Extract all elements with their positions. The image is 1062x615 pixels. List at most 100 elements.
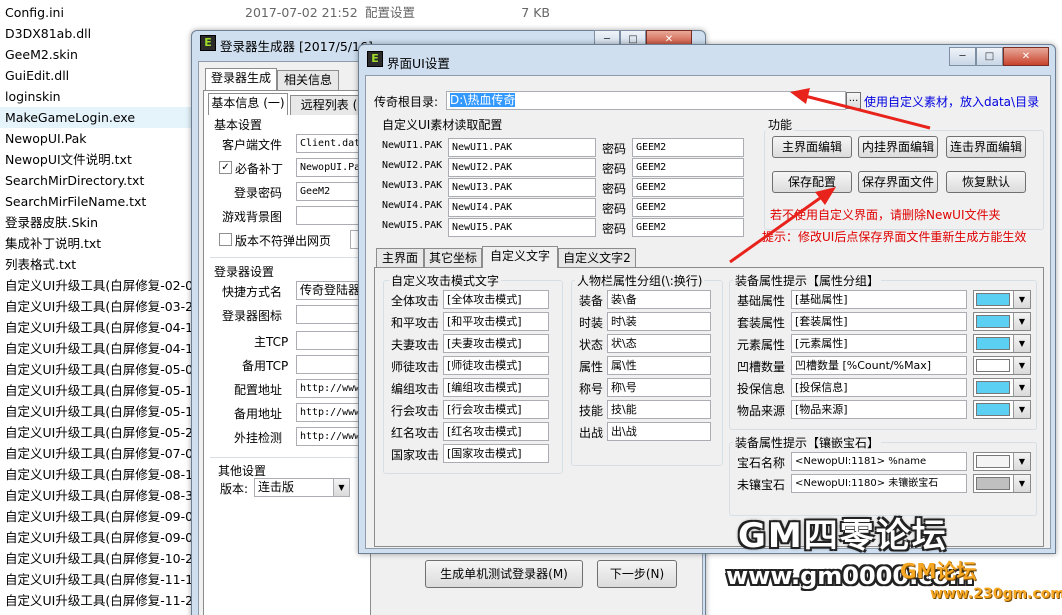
gem-group-title: 装备属性提示【镶嵌宝石】 xyxy=(733,434,882,451)
delete-newui-warning: 若不使用自定义界面，请删除NewUI文件夹 xyxy=(770,208,1001,222)
attack-text-input[interactable]: [编组攻击模式] xyxy=(443,378,549,397)
char-attr-label: 称号 xyxy=(579,382,604,396)
popup-checkbox[interactable] xyxy=(219,233,232,246)
custom-text-panel: 自定义攻击模式文字 全体攻击 [全体攻击模式] 和平攻击 [和平攻击模式] 夫妻攻击 [夫… xyxy=(374,267,1044,547)
main-ui-edit-button[interactable]: 主界面编辑 xyxy=(772,136,852,158)
char-attr-input[interactable]: 状\态 xyxy=(607,334,711,353)
file-name: 自定义UI升级工具(白屏修复-04-15 xyxy=(5,320,202,335)
tab-custom-text[interactable]: 自定义文字 xyxy=(482,246,558,268)
color-swatch xyxy=(976,315,1010,328)
color-swatch xyxy=(976,403,1010,416)
file-name: 自定义UI升级工具(白屏修复-05-10 xyxy=(5,383,202,398)
color-picker[interactable]: ▼ xyxy=(973,474,1031,493)
browse-button[interactable]: ... xyxy=(846,92,861,109)
equip-attr-input[interactable]: [元素属性] xyxy=(791,334,967,353)
attack-text-input[interactable]: [和平攻击模式] xyxy=(443,312,549,331)
gem-text-input[interactable]: <NewopUI:1181> %name xyxy=(791,452,967,471)
gem-text-input[interactable]: <NewopUI:1180> 未镶嵌宝石 xyxy=(791,474,967,493)
password-label: 登录密码 xyxy=(234,186,283,200)
close-icon[interactable]: ✕ xyxy=(1003,47,1049,66)
caption-buttons: ─ □ ✕ xyxy=(949,47,1049,66)
pak-password-input[interactable]: GEEM2 xyxy=(632,198,744,217)
equip-attr-input[interactable]: [投保信息] xyxy=(791,378,967,397)
char-attr-label: 状态 xyxy=(579,338,604,352)
pak-path-input[interactable]: NewUI1.PAK xyxy=(448,138,596,157)
file-type: 配置设置 xyxy=(365,5,416,20)
color-picker[interactable]: ▼ xyxy=(973,334,1031,353)
pak-path-input[interactable]: NewUI3.PAK xyxy=(448,178,596,197)
tab-custom-text-2[interactable]: 自定义文字2 xyxy=(558,248,636,268)
tab-basic-info[interactable]: 基本信息 (一) xyxy=(208,93,288,115)
pak-path-input[interactable]: NewUI2.PAK xyxy=(448,158,596,177)
generate-test-launcher-button[interactable]: 生成单机测试登录器(M) xyxy=(425,560,583,588)
combo-ui-edit-button[interactable]: 连击界面编辑 xyxy=(946,136,1026,158)
custom-material-hint: 使用自定义素材，放入data\目录 xyxy=(864,95,1040,109)
equip-attr-label: 物品来源 xyxy=(737,404,786,418)
char-attr-input[interactable]: 技\能 xyxy=(607,400,711,419)
color-swatch xyxy=(976,293,1010,306)
file-name: MakeGameLogin.exe xyxy=(5,110,136,125)
attack-text-input[interactable]: [夫妻攻击模式] xyxy=(443,334,549,353)
inner-plugin-ui-edit-button[interactable]: 内挂界面编辑 xyxy=(858,136,938,158)
window-title: 登录器生成器 [2017/5/16] xyxy=(220,39,373,54)
file-row[interactable]: Config.ini 2017-07-02 21:52 配置设置 7 KB xyxy=(0,2,560,23)
equip-attr-input[interactable]: 凹槽数量 [%Count/%Max] xyxy=(791,356,967,375)
patch-checkbox[interactable]: ✓ xyxy=(219,161,232,174)
tab-login-gen[interactable]: 登录器生成 xyxy=(205,68,277,90)
tab-related-info[interactable]: 相关信息 xyxy=(277,70,339,90)
launcher-icon-label: 登录器图标 xyxy=(222,309,283,323)
watermark-badge: GM论坛 xyxy=(900,559,977,583)
pak-password-input[interactable]: GEEM2 xyxy=(632,178,744,197)
root-dir-input[interactable]: D:\热血传奇 xyxy=(446,91,846,110)
pak-password-input[interactable]: GEEM2 xyxy=(632,218,744,237)
app-icon: E xyxy=(367,51,383,67)
pak-group-title: 自定义UI素材读取配置 xyxy=(382,118,503,132)
char-attr-input[interactable]: 称\号 xyxy=(607,378,711,397)
func-group-title: 功能 xyxy=(766,116,795,133)
tab-other-coords[interactable]: 其它坐标 xyxy=(424,248,482,268)
minimize-icon[interactable]: ─ xyxy=(949,47,976,66)
ui-settings-client: 传奇根目录: D:\热血传奇 ... 使用自定义素材，放入data\目录 自定义… xyxy=(365,75,1051,549)
file-name: 自定义UI升级工具(白屏修复-08-18 xyxy=(5,467,202,482)
basic-group-title: 基本设置 xyxy=(214,118,263,132)
char-attr-input[interactable]: 出\战 xyxy=(607,422,711,441)
file-name: 自定义UI升级工具(白屏修复-11-23 xyxy=(5,593,202,608)
file-name: 自定义UI升级工具(白屏修复-03-22 xyxy=(5,299,202,314)
version-select[interactable]: 连击版 ▼ xyxy=(254,478,350,497)
attack-text-input[interactable]: [红名攻击模式] xyxy=(443,422,549,441)
file-name: loginskin xyxy=(5,89,61,104)
attack-text-input[interactable]: [行会攻击模式] xyxy=(443,400,549,419)
color-picker[interactable]: ▼ xyxy=(973,400,1031,419)
maximize-icon[interactable]: □ xyxy=(976,47,1003,66)
attack-text-input[interactable]: [国家攻击模式] xyxy=(443,444,549,463)
equip-attr-input[interactable]: [套装属性] xyxy=(791,312,967,331)
next-step-button[interactable]: 下一步(N) xyxy=(597,560,677,588)
pak-password-input[interactable]: GEEM2 xyxy=(632,158,744,177)
color-picker[interactable]: ▼ xyxy=(973,290,1031,309)
equip-attr-label: 凹槽数量 xyxy=(737,360,786,374)
pak-path-input[interactable]: NewUI5.PAK xyxy=(448,218,596,237)
pak-password-input[interactable]: GEEM2 xyxy=(632,138,744,157)
title-bar[interactable]: E 界面UI设置 ─ □ ✕ xyxy=(359,45,1055,71)
color-picker[interactable]: ▼ xyxy=(973,312,1031,331)
color-picker[interactable]: ▼ xyxy=(973,452,1031,471)
pak-path-input[interactable]: NewUI4.PAK xyxy=(448,198,596,217)
save-config-button[interactable]: 保存配置 xyxy=(772,171,852,193)
color-picker[interactable]: ▼ xyxy=(973,356,1031,375)
char-attr-input[interactable]: 时\装 xyxy=(607,312,711,331)
attack-text-input[interactable]: [师徒攻击模式] xyxy=(443,356,549,375)
tab-main-ui[interactable]: 主界面 xyxy=(376,248,424,268)
attack-text-input[interactable]: [全体攻击模式] xyxy=(443,290,549,309)
tab-remote-list[interactable]: 远程列表 ( xyxy=(290,95,368,115)
restore-default-button[interactable]: 恢复默认 xyxy=(946,171,1026,193)
char-attr-input[interactable]: 属\性 xyxy=(607,356,711,375)
equip-attr-input[interactable]: [物品来源] xyxy=(791,400,967,419)
color-swatch xyxy=(976,337,1010,350)
equip-attr-label: 元素属性 xyxy=(737,338,786,352)
color-swatch xyxy=(976,359,1010,372)
save-ui-file-button[interactable]: 保存界面文件 xyxy=(858,171,938,193)
char-attr-input[interactable]: 装\备 xyxy=(607,290,711,309)
color-picker[interactable]: ▼ xyxy=(973,378,1031,397)
file-size: 7 KB xyxy=(521,5,550,20)
equip-attr-input[interactable]: [基础属性] xyxy=(791,290,967,309)
